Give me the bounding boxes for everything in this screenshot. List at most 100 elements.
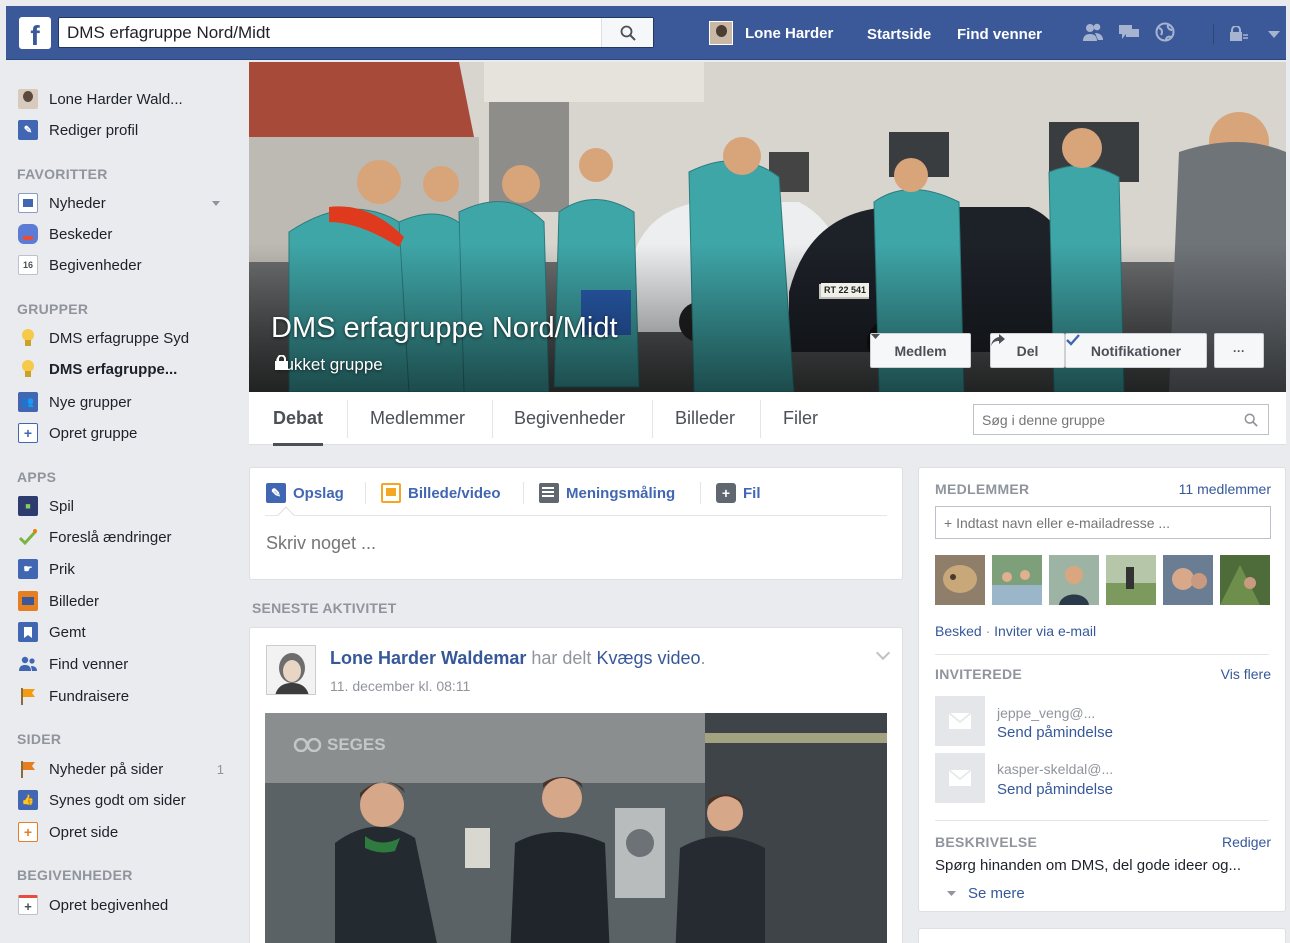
message-link[interactable]: Besked <box>935 623 982 639</box>
groups-header: GRUPPER <box>17 301 89 317</box>
composer-tab-poll[interactable]: Meningsmåling <box>539 482 675 504</box>
tab-photos[interactable]: Billeder <box>675 392 735 445</box>
sidebar-item-label: Synes godt om sider <box>49 791 186 809</box>
sidebar-item-label: Gemt <box>49 623 86 641</box>
global-search-input[interactable] <box>59 18 599 47</box>
sidebar-item-fundraisers[interactable]: Fundraisere <box>6 683 236 709</box>
sidebar-item-news[interactable]: Nyheder <box>6 190 236 216</box>
nav-user-name: Lone Harder <box>745 24 834 42</box>
member-thumbnail[interactable] <box>1220 555 1270 605</box>
sidebar-item-create-group[interactable]: + Opret gruppe <box>6 420 236 446</box>
composer-tab-photo-video[interactable]: Billede/video <box>381 482 501 504</box>
pages-feed-count: 1 <box>216 761 224 777</box>
nav-find-friends-link[interactable]: Find venner <box>957 26 1042 43</box>
see-more-invited-link[interactable]: Vis flere <box>1221 666 1271 682</box>
tab-files[interactable]: Filer <box>783 392 818 445</box>
edit-description-link[interactable]: Rediger <box>1222 834 1271 850</box>
news-feed-icon <box>18 193 38 213</box>
nav-home-link[interactable]: Startside <box>867 26 931 43</box>
post-options-chevron-icon[interactable] <box>875 645 891 661</box>
poke-icon: ☛ <box>18 559 38 579</box>
sidebar-item-messages[interactable]: Beskeder <box>6 221 236 247</box>
facebook-logo[interactable]: f <box>19 17 51 49</box>
post-author-link[interactable]: Lone Harder Waldemar <box>330 648 526 668</box>
envelope-icon <box>948 712 972 729</box>
sidebar-item-pokes[interactable]: ☛ Prik <box>6 556 236 582</box>
section-divider <box>935 820 1269 821</box>
invited-email: jeppe_veng@... <box>997 705 1096 721</box>
member-thumbnail[interactable] <box>935 555 985 605</box>
tab-debat[interactable]: Debat <box>273 392 324 446</box>
news-options-chevron-icon[interactable] <box>212 201 220 206</box>
envelope-icon <box>948 769 972 786</box>
sidebar-item-label: DMS erfagruppe Syd <box>49 329 190 347</box>
composer-tab-status[interactable]: ✎ Opslag <box>266 482 344 504</box>
send-reminder-link[interactable]: Send påmindelse <box>997 781 1113 798</box>
sidebar-item-group-nord-midt[interactable]: DMS erfagruppe... <box>6 356 236 382</box>
favorites-header: FAVORITTER <box>17 166 108 182</box>
sidebar-item-label: DMS erfagruppe... <box>49 360 178 378</box>
sidebar-item-events[interactable]: 16 Begivenheder <box>6 252 236 278</box>
composer-tab-file[interactable]: + Fil <box>716 482 761 504</box>
new-groups-icon: 👥 <box>18 392 38 412</box>
top-bar-area: f Lone Harder Startside Find venner <box>0 0 1290 62</box>
poll-icon <box>539 483 559 503</box>
games-icon: ■ <box>18 496 38 516</box>
invite-email-link[interactable]: Inviter via e-mail <box>994 623 1096 639</box>
sidebar-item-find-friends[interactable]: Find venner <box>6 651 236 677</box>
sidebar-item-label: Opret side <box>49 823 119 841</box>
see-more-description[interactable]: Se mere <box>947 885 1025 902</box>
composer-text-input[interactable] <box>266 533 866 554</box>
sidebar-edit-profile[interactable]: ✎ Rediger profil <box>6 117 236 143</box>
account-menu-chevron-icon[interactable] <box>1268 31 1280 39</box>
member-thumbnail[interactable] <box>1049 555 1099 605</box>
tab-label: Billeder <box>675 408 736 428</box>
search-button[interactable] <box>601 18 653 47</box>
sidebar-item-photos[interactable]: Billeder <box>6 588 236 614</box>
sidebar-item-create-page[interactable]: + Opret side <box>6 819 236 845</box>
group-search-input[interactable] <box>974 405 1234 434</box>
search-icon[interactable] <box>1244 413 1258 427</box>
friend-requests-icon[interactable] <box>1082 22 1104 42</box>
nav-profile-link[interactable]: Lone Harder <box>709 20 833 46</box>
group-cover-photo[interactable]: RT 22 541 DMS erfagruppe Nord/Midt Lukke… <box>249 62 1286 392</box>
post-composer: ✎ Opslag Billede/video Meningsmåling + F… <box>249 467 903 580</box>
tab-separator <box>492 400 493 438</box>
add-member-input[interactable] <box>936 507 1256 538</box>
calendar-icon: 16 <box>18 255 38 275</box>
post-timestamp[interactable]: 11. december kl. 08:11 <box>330 678 470 694</box>
group-title[interactable]: DMS erfagruppe Nord/Midt <box>271 312 618 345</box>
member-button[interactable]: Medlem <box>870 333 971 368</box>
sidebar-item-create-event[interactable]: + Opret begivenhed <box>6 892 236 918</box>
lock-icon <box>275 355 288 370</box>
lightbulb-icon <box>18 328 38 348</box>
share-button-label: Del <box>1016 342 1039 359</box>
send-reminder-link[interactable]: Send påmindelse <box>997 724 1113 741</box>
sidebar-item-pages-feed[interactable]: Nyheder på sider 1 <box>6 756 236 782</box>
post-author-avatar[interactable] <box>266 645 316 695</box>
notifications-globe-icon[interactable] <box>1154 22 1176 42</box>
sidebar-item-saved[interactable]: Gemt <box>6 619 236 645</box>
members-count-link[interactable]: 11 medlemmer <box>1179 481 1271 497</box>
member-thumbnail[interactable] <box>992 555 1042 605</box>
sidebar-item-new-groups[interactable]: 👥 Nye grupper <box>6 389 236 415</box>
notifications-button[interactable]: Notifikationer <box>1065 333 1207 368</box>
sidebar-item-label: Nyheder <box>49 194 106 212</box>
share-button[interactable]: Del <box>990 333 1065 368</box>
messages-icon[interactable] <box>1118 22 1140 42</box>
tab-events[interactable]: Begivenheder <box>514 392 625 445</box>
sidebar-item-group-syd[interactable]: DMS erfagruppe Syd <box>6 325 236 351</box>
calendar-day: 16 <box>22 260 33 270</box>
more-options-button[interactable]: ··· <box>1214 333 1264 368</box>
sidebar-item-label: Foreslå ændringer <box>49 528 172 546</box>
sidebar-item-suggest-edits[interactable]: Foreslå ændringer <box>6 524 236 550</box>
tab-members[interactable]: Medlemmer <box>370 392 465 445</box>
member-thumbnail[interactable] <box>1163 555 1213 605</box>
post-video[interactable]: SEGES <box>265 713 887 943</box>
privacy-shortcuts-icon[interactable] <box>1228 26 1248 42</box>
sidebar-item-games[interactable]: ■ Spil <box>6 493 236 519</box>
member-thumbnail[interactable] <box>1106 555 1156 605</box>
post-shared-link[interactable]: Kvægs video <box>596 648 700 668</box>
sidebar-item-liked-pages[interactable]: 👍 Synes godt om sider <box>6 787 236 813</box>
sidebar-profile[interactable]: Lone Harder Wald... <box>6 86 236 112</box>
